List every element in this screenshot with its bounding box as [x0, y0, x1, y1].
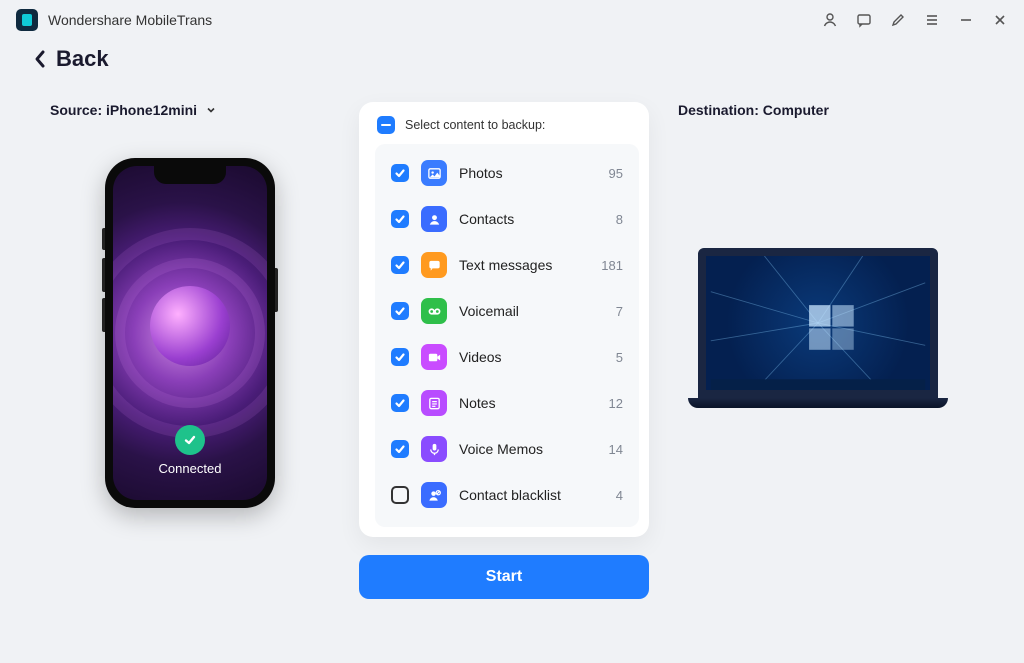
videos-icon: [421, 344, 447, 370]
feedback-icon[interactable]: [856, 12, 872, 28]
item-count: 7: [616, 304, 623, 319]
connection-status: Connected: [159, 461, 222, 476]
item-count: 5: [616, 350, 623, 365]
voicememos-icon: [421, 436, 447, 462]
item-checkbox[interactable]: [391, 348, 409, 366]
back-label: Back: [56, 46, 109, 72]
back-button[interactable]: Back: [0, 40, 1024, 84]
start-button[interactable]: Start: [359, 555, 649, 599]
content-selection-panel: Select content to backup: Photos 95 Contac…: [359, 102, 649, 537]
item-label: Voicemail: [459, 303, 604, 319]
item-count: 12: [609, 396, 623, 411]
item-label: Voice Memos: [459, 441, 597, 457]
item-label: Contact blacklist: [459, 487, 604, 503]
minimize-icon[interactable]: [958, 12, 974, 28]
item-checkbox[interactable]: [391, 302, 409, 320]
app-title: Wondershare MobileTrans: [48, 12, 212, 28]
item-count: 181: [601, 258, 623, 273]
start-label: Start: [486, 568, 522, 585]
chevron-down-icon: [205, 104, 217, 116]
item-checkbox[interactable]: [391, 486, 409, 504]
edit-icon[interactable]: [890, 12, 906, 28]
content-item[interactable]: Videos 5: [381, 334, 633, 380]
check-icon: [175, 425, 205, 455]
content-item[interactable]: Text messages 181: [381, 242, 633, 288]
destination-device-laptop: [688, 248, 948, 408]
item-checkbox[interactable]: [391, 394, 409, 412]
content-list[interactable]: Photos 95 Contacts 8 Text messages 181 Voicema…: [375, 144, 639, 527]
chevron-left-icon: [32, 48, 48, 70]
close-icon[interactable]: [992, 12, 1008, 28]
source-device-phone: Connected: [105, 158, 275, 508]
app-logo: [16, 9, 38, 31]
item-count: 14: [609, 442, 623, 457]
photos-icon: [421, 160, 447, 186]
item-count: 8: [616, 212, 623, 227]
item-checkbox[interactable]: [391, 210, 409, 228]
item-label: Notes: [459, 395, 597, 411]
menu-icon[interactable]: [924, 12, 940, 28]
content-item[interactable]: Notes 12: [381, 380, 633, 426]
blacklist-icon: [421, 482, 447, 508]
panel-header: Select content to backup:: [405, 118, 545, 132]
destination-label: Destination: Computer: [678, 102, 829, 118]
notes-icon: [421, 390, 447, 416]
select-all-checkbox[interactable]: [377, 116, 395, 134]
source-label: Source: iPhone12mini: [50, 102, 197, 118]
content-item[interactable]: Contacts 8: [381, 196, 633, 242]
content-item[interactable]: Contact blacklist 4: [381, 472, 633, 518]
item-label: Contacts: [459, 211, 604, 227]
voicemail-icon: [421, 298, 447, 324]
item-checkbox[interactable]: [391, 440, 409, 458]
item-count: 4: [616, 488, 623, 503]
item-checkbox[interactable]: [391, 164, 409, 182]
messages-icon: [421, 252, 447, 278]
titlebar: Wondershare MobileTrans: [0, 0, 1024, 40]
contacts-icon: [421, 206, 447, 232]
item-count: 95: [609, 166, 623, 181]
content-item[interactable]: Photos 95: [381, 150, 633, 196]
item-checkbox[interactable]: [391, 256, 409, 274]
item-label: Photos: [459, 165, 597, 181]
source-selector[interactable]: Source: iPhone12mini: [50, 102, 217, 118]
content-item[interactable]: Calendar7: [381, 518, 633, 527]
content-item[interactable]: Voice Memos 14: [381, 426, 633, 472]
account-icon[interactable]: [822, 12, 838, 28]
item-label: Videos: [459, 349, 604, 365]
content-item[interactable]: Voicemail 7: [381, 288, 633, 334]
titlebar-actions: [822, 12, 1008, 28]
item-label: Text messages: [459, 257, 589, 273]
